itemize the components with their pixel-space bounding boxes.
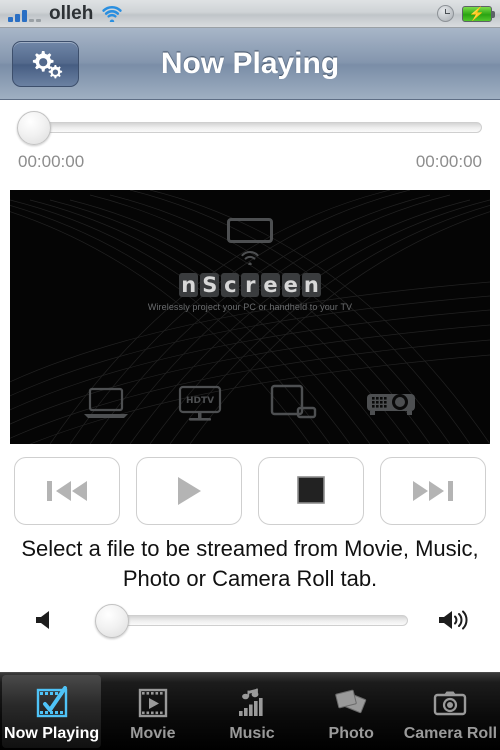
volume-slider[interactable] xyxy=(98,615,408,626)
nscreen-logo: n S c r e e n xyxy=(179,273,321,297)
stop-icon xyxy=(297,476,325,504)
previous-button[interactable] xyxy=(14,457,120,525)
tab-label: Now Playing xyxy=(4,724,100,742)
tab-bar: Now Playing Movie Music Photo Camera Rol… xyxy=(0,672,500,750)
playback-scrubber-thumb[interactable] xyxy=(17,111,51,145)
play-icon xyxy=(178,477,201,505)
volume-control-area xyxy=(0,596,500,646)
tab-now-playing[interactable]: Now Playing xyxy=(2,675,102,748)
tab-label: Movie xyxy=(130,724,176,742)
carrier-label: olleh xyxy=(49,2,94,24)
hdtv-icon: HDTV xyxy=(178,385,222,421)
playback-scrubber[interactable] xyxy=(18,122,482,133)
status-bar: olleh ⚡ xyxy=(0,0,500,28)
app-root: olleh ⚡ Now Playing 00:00:00 00:00:00 n … xyxy=(0,0,500,750)
projector-icon xyxy=(367,394,415,415)
tab-photo[interactable]: Photo xyxy=(302,673,401,750)
logo-letter: e xyxy=(261,273,280,297)
stop-button[interactable] xyxy=(258,457,364,525)
lightning-bolt-icon: ⚡ xyxy=(468,6,486,21)
tab-music[interactable]: Music xyxy=(202,673,301,750)
tab-movie[interactable]: Movie xyxy=(103,673,202,750)
rewind-icon xyxy=(47,481,87,501)
playback-progress-area: 00:00:00 00:00:00 xyxy=(0,100,500,182)
settings-button[interactable] xyxy=(12,40,79,87)
tab-label: Camera Roll xyxy=(403,724,498,742)
volume-slider-thumb[interactable] xyxy=(95,604,129,638)
video-display-area[interactable]: n S c r e e n Wirelessly project your PC… xyxy=(10,190,490,444)
hint-text: Select a file to be streamed from Movie,… xyxy=(21,536,479,591)
signal-bars-icon xyxy=(8,6,41,22)
film-play-icon xyxy=(136,685,170,721)
speaker-mute-icon[interactable] xyxy=(32,606,60,639)
status-bar-right: ⚡ xyxy=(437,5,495,22)
clock-icon xyxy=(437,5,454,22)
wifi-icon xyxy=(101,5,123,24)
navigation-bar: Now Playing xyxy=(0,28,500,100)
speaker-loud-icon[interactable] xyxy=(436,606,470,639)
logo-letter: r xyxy=(241,273,260,297)
laptop-icon xyxy=(84,387,128,418)
logo-letter: c xyxy=(221,273,240,297)
next-button[interactable] xyxy=(380,457,486,525)
tab-camera-roll[interactable]: Camera Roll xyxy=(401,673,500,750)
gears-icon xyxy=(32,50,62,78)
logo-letter: n xyxy=(301,273,321,297)
elapsed-time-label: 00:00:00 xyxy=(18,152,85,171)
device-icon-row: HDTV xyxy=(10,384,490,422)
play-button[interactable] xyxy=(136,457,242,525)
logo-letter: S xyxy=(200,273,220,297)
transport-controls xyxy=(0,457,500,529)
battery-charging-icon: ⚡ xyxy=(462,5,495,22)
tv-screen-icon xyxy=(227,218,273,243)
status-bar-left: olleh xyxy=(8,3,123,25)
music-note-icon xyxy=(235,685,269,721)
tab-label: Photo xyxy=(328,724,374,742)
photo-stack-icon xyxy=(333,685,369,721)
remaining-time-label: 00:00:00 xyxy=(415,152,482,171)
fast-forward-icon xyxy=(413,481,453,501)
logo-letter: e xyxy=(281,273,300,297)
tablet-phone-icon xyxy=(270,384,317,419)
film-check-icon xyxy=(34,685,70,721)
logo-letter: n xyxy=(179,273,199,297)
wifi-waves-icon xyxy=(241,251,259,265)
svg-text:HDTV: HDTV xyxy=(186,396,214,406)
tab-label: Music xyxy=(229,724,275,742)
camera-icon xyxy=(432,685,468,721)
splash-tagline: Wirelessly project your PC or handheld t… xyxy=(147,302,353,312)
